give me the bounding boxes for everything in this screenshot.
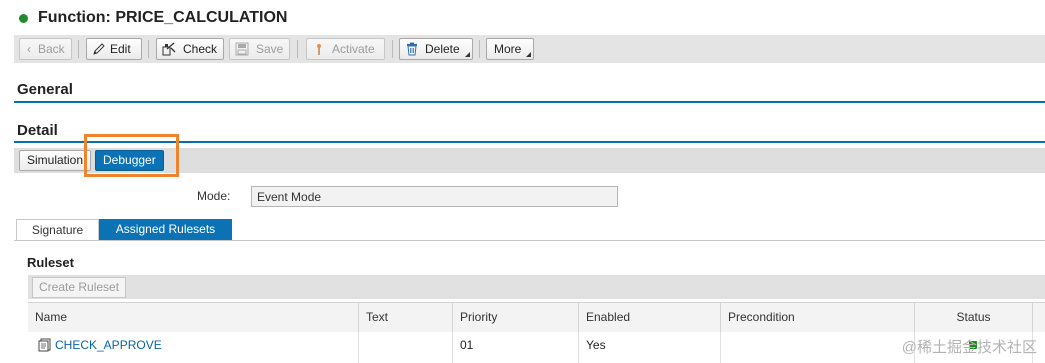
dropdown-indicator-icon	[526, 52, 531, 57]
check-scale-icon	[162, 42, 176, 56]
table-row[interactable]: CHECK_APPROVE 01 Yes	[28, 332, 1045, 363]
toolbar-divider	[297, 40, 298, 58]
section-title-detail[interactable]: Detail	[17, 122, 58, 139]
highlight-box	[84, 134, 179, 177]
dropdown-indicator-icon	[465, 52, 470, 57]
floppy-disk-icon	[235, 42, 249, 56]
column-header-priority[interactable]: Priority	[453, 303, 579, 332]
activate-button[interactable]: Activate	[306, 38, 385, 60]
tab-baseline	[14, 240, 1045, 241]
toolbar-divider	[392, 40, 393, 58]
delete-button[interactable]: Delete	[399, 38, 473, 60]
mode-field[interactable]: Event Mode	[251, 186, 618, 207]
cell-enabled: Yes	[579, 332, 721, 363]
cell-priority: 01	[453, 332, 579, 363]
column-header-text[interactable]: Text	[359, 303, 453, 332]
table-header: Name Text Priority Enabled Precondition …	[28, 302, 1045, 333]
mode-label: Mode:	[197, 189, 231, 203]
check-button[interactable]: Check	[156, 38, 224, 60]
watermark: @稀土掘金技术社区	[901, 339, 1037, 356]
toolbar-divider	[78, 40, 79, 58]
tab-signature[interactable]: Signature	[16, 219, 99, 241]
column-header-enabled[interactable]: Enabled	[579, 303, 721, 332]
section-title-general[interactable]: General	[17, 81, 73, 98]
toolbar-divider	[479, 40, 480, 58]
edit-button[interactable]: Edit	[86, 38, 142, 60]
column-header-name[interactable]: Name	[28, 303, 359, 332]
back-button[interactable]: ‹ Back	[19, 38, 72, 60]
ruleset-name-link[interactable]: CHECK_APPROVE	[55, 332, 162, 359]
more-button[interactable]: More	[486, 38, 534, 60]
activate-match-icon	[317, 44, 321, 55]
cell-name[interactable]: CHECK_APPROVE	[28, 332, 359, 363]
pencil-icon	[93, 43, 105, 55]
chevron-left-icon: ‹	[27, 42, 31, 56]
tab-assigned-rulesets[interactable]: Assigned Rulesets	[99, 219, 232, 240]
cell-precondition	[721, 332, 915, 363]
column-header-status[interactable]: Status	[915, 303, 1033, 332]
tab-simulation[interactable]: Simulation	[19, 150, 92, 171]
save-button[interactable]: Save	[229, 38, 290, 60]
main-toolbar: ‹ Back Edit Check Save Activate Delete M…	[14, 35, 1045, 63]
cell-text	[359, 332, 453, 363]
section-divider	[14, 101, 1045, 103]
create-ruleset-button[interactable]: Create Ruleset	[32, 277, 127, 298]
ruleset-document-icon	[38, 338, 51, 352]
page-title: Function: PRICE_CALCULATION	[38, 9, 288, 26]
status-indicator-icon	[19, 14, 28, 23]
ruleset-toolbar	[28, 275, 1045, 299]
toolbar-divider	[148, 40, 149, 58]
trash-icon	[407, 42, 417, 56]
ruleset-panel-title: Ruleset	[27, 255, 74, 270]
column-header-precondition[interactable]: Precondition	[721, 303, 915, 332]
